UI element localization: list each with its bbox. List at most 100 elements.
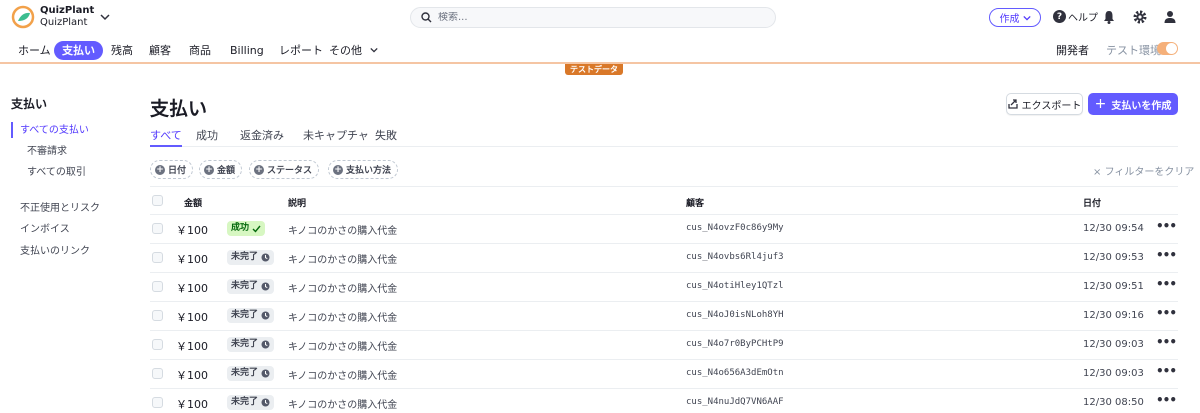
row-checkbox[interactable] xyxy=(152,223,163,234)
table-row[interactable]: ￥100 未完了 キノコのかさの購入代金 cus_N4otiHley1QTzl 12/3… xyxy=(150,273,1178,302)
row-checkbox[interactable] xyxy=(152,310,163,321)
row-checkbox[interactable] xyxy=(152,397,163,408)
tab-failed[interactable]: 失敗 xyxy=(375,127,397,147)
user-icon[interactable] xyxy=(1162,9,1178,25)
customer-cell[interactable]: cus_N4otiHley1QTzl xyxy=(686,281,784,291)
sidebar-item-invoices[interactable]: インボイス xyxy=(20,223,70,237)
table-row[interactable]: ￥100 未完了 キノコのかさの購入代金 cus_N4ovbs6Rl4juf3 12/3… xyxy=(150,244,1178,273)
check-icon xyxy=(252,225,261,233)
clear-filters-button[interactable]: × フィルターをクリア xyxy=(1093,163,1194,178)
description-cell: キノコのかさの購入代金 xyxy=(288,342,398,353)
table-row[interactable]: ￥100 未完了 キノコのかさの購入代金 cus_N4nuJdQ7VN6AAF 12/3… xyxy=(150,389,1178,413)
filter-payment-method[interactable]: + 支払い方法 xyxy=(328,160,399,179)
nav-home[interactable]: ホーム xyxy=(18,41,51,60)
sidebar-item-all-transactions[interactable]: すべての取引 xyxy=(27,166,86,180)
amount-cell: ￥100 xyxy=(176,340,208,353)
create-payment-button[interactable]: + 支払いを作成 xyxy=(1088,93,1178,115)
more-actions-icon[interactable]: ••• xyxy=(1156,248,1177,262)
amount-cell: ￥100 xyxy=(176,253,208,266)
status-badge: 未完了 xyxy=(227,308,275,323)
customer-cell[interactable]: cus_N4oJ0isNLoh8YH xyxy=(686,310,784,320)
help-button[interactable]: ? ヘルプ xyxy=(1053,9,1098,24)
customer-cell[interactable]: cus_N4ovbs6Rl4juf3 xyxy=(686,252,784,262)
header-customer[interactable]: 顧客 xyxy=(686,196,704,209)
tab-uncaptured[interactable]: 未キャプチャ xyxy=(303,127,369,147)
date-cell: 12/30 09:16 xyxy=(1083,310,1144,321)
amount-cell: ￥100 xyxy=(176,311,208,324)
sidebar-item-all-payments[interactable]: すべての支払い xyxy=(20,124,89,138)
header-description[interactable]: 説明 xyxy=(288,196,306,209)
export-label: エクスポート xyxy=(1021,100,1082,112)
filter-status[interactable]: + ステータス xyxy=(249,160,320,179)
more-actions-icon[interactable]: ••• xyxy=(1156,219,1177,233)
tab-all[interactable]: すべて xyxy=(150,127,182,147)
status-badge: 未完了 xyxy=(227,337,275,352)
more-actions-icon[interactable]: ••• xyxy=(1156,306,1177,320)
row-checkbox[interactable] xyxy=(152,368,163,379)
more-actions-icon[interactable]: ••• xyxy=(1156,277,1177,291)
table-row[interactable]: ￥100 未完了 キノコのかさの購入代金 cus_N4o7r0ByPCHtP9 12/3… xyxy=(150,331,1178,360)
sidebar-item-fraud-risk[interactable]: 不正使用とリスク xyxy=(20,202,100,216)
more-actions-icon[interactable]: ••• xyxy=(1156,393,1177,407)
search-input[interactable] xyxy=(438,12,738,23)
developers-link[interactable]: 開発者 xyxy=(1056,41,1089,60)
date-cell: 12/30 09:54 xyxy=(1083,223,1144,234)
test-data-badge: テストデータ xyxy=(565,64,623,75)
filter-date[interactable]: + 日付 xyxy=(150,160,194,179)
amount-cell: ￥100 xyxy=(176,369,208,382)
date-cell: 12/30 09:03 xyxy=(1083,339,1144,350)
nav-billing[interactable]: Billing xyxy=(230,41,264,60)
description-cell: キノコのかさの購入代金 xyxy=(288,400,398,411)
header-date[interactable]: 日付 xyxy=(1083,196,1101,209)
nav-payments[interactable]: 支払い xyxy=(54,41,103,60)
more-actions-icon[interactable]: ••• xyxy=(1156,364,1177,378)
customer-cell[interactable]: cus_N4ovzF0c86y9My xyxy=(686,223,784,233)
main-nav: ホーム 支払い 残高 顧客 商品 Billing レポート その他 開発者 テス… xyxy=(0,36,1200,64)
status-label: 未完了 xyxy=(231,310,259,320)
sidebar-item-disputes[interactable]: 不審請求 xyxy=(27,145,67,159)
table-row[interactable]: ￥100 未完了 キノコのかさの購入代金 cus_N4oJ0isNLoh8YH 12/3… xyxy=(150,302,1178,331)
tab-refunded[interactable]: 返金済み xyxy=(240,127,284,147)
row-checkbox[interactable] xyxy=(152,252,163,263)
header-amount[interactable]: 金額 xyxy=(184,196,202,209)
clock-icon xyxy=(261,282,270,291)
plus-icon: + xyxy=(1094,96,1107,112)
account-switcher[interactable]: QuizPlant QuizPlant xyxy=(10,4,110,30)
nav-customers[interactable]: 顧客 xyxy=(149,41,171,60)
chevron-down-icon xyxy=(100,14,110,21)
description-cell: キノコのかさの購入代金 xyxy=(288,226,398,237)
search-bar[interactable] xyxy=(410,7,776,28)
row-checkbox[interactable] xyxy=(152,281,163,292)
nav-more[interactable]: その他 xyxy=(329,41,379,60)
page-title: 支払い xyxy=(150,98,208,120)
nav-balances[interactable]: 残高 xyxy=(111,41,133,60)
gear-icon[interactable] xyxy=(1132,9,1148,25)
nav-products[interactable]: 商品 xyxy=(189,41,211,60)
account-name: QuizPlant QuizPlant xyxy=(40,5,94,29)
customer-cell[interactable]: cus_N4nuJdQ7VN6AAF xyxy=(686,397,784,407)
table-row[interactable]: ￥100 成功 キノコのかさの購入代金 cus_N4ovzF0c86y9My 12/30… xyxy=(150,215,1178,244)
amount-cell: ￥100 xyxy=(176,224,208,237)
more-actions-icon[interactable]: ••• xyxy=(1156,335,1177,349)
create-button[interactable]: 作成 xyxy=(989,8,1041,27)
sidebar-item-payment-links[interactable]: 支払いのリンク xyxy=(20,245,90,259)
create-payment-label: 支払いを作成 xyxy=(1111,100,1172,112)
row-checkbox[interactable] xyxy=(152,339,163,350)
status-label: 未完了 xyxy=(231,339,259,349)
amount-cell: ￥100 xyxy=(176,282,208,295)
status-label: 未完了 xyxy=(231,368,259,378)
customer-cell[interactable]: cus_N4o656A3dEmOtn xyxy=(686,368,784,378)
export-button[interactable]: エクスポート xyxy=(1006,93,1083,115)
filter-amount[interactable]: + 金額 xyxy=(199,160,243,179)
table-row[interactable]: ￥100 未完了 キノコのかさの購入代金 cus_N4o656A3dEmOtn 12/3… xyxy=(150,360,1178,389)
date-cell: 12/30 09:03 xyxy=(1083,368,1144,379)
nav-reports[interactable]: レポート xyxy=(279,41,323,60)
bell-icon[interactable] xyxy=(1101,9,1117,25)
customer-cell[interactable]: cus_N4o7r0ByPCHtP9 xyxy=(686,339,784,349)
tab-succeeded[interactable]: 成功 xyxy=(196,127,218,147)
filter-payment-method-label: 支払い方法 xyxy=(346,166,392,176)
test-mode-toggle[interactable] xyxy=(1157,42,1178,55)
select-all-checkbox[interactable] xyxy=(152,195,163,206)
clock-icon xyxy=(261,311,270,320)
status-tabs: すべて 成功 返金済み 未キャプチャ 失敗 xyxy=(150,127,1178,147)
